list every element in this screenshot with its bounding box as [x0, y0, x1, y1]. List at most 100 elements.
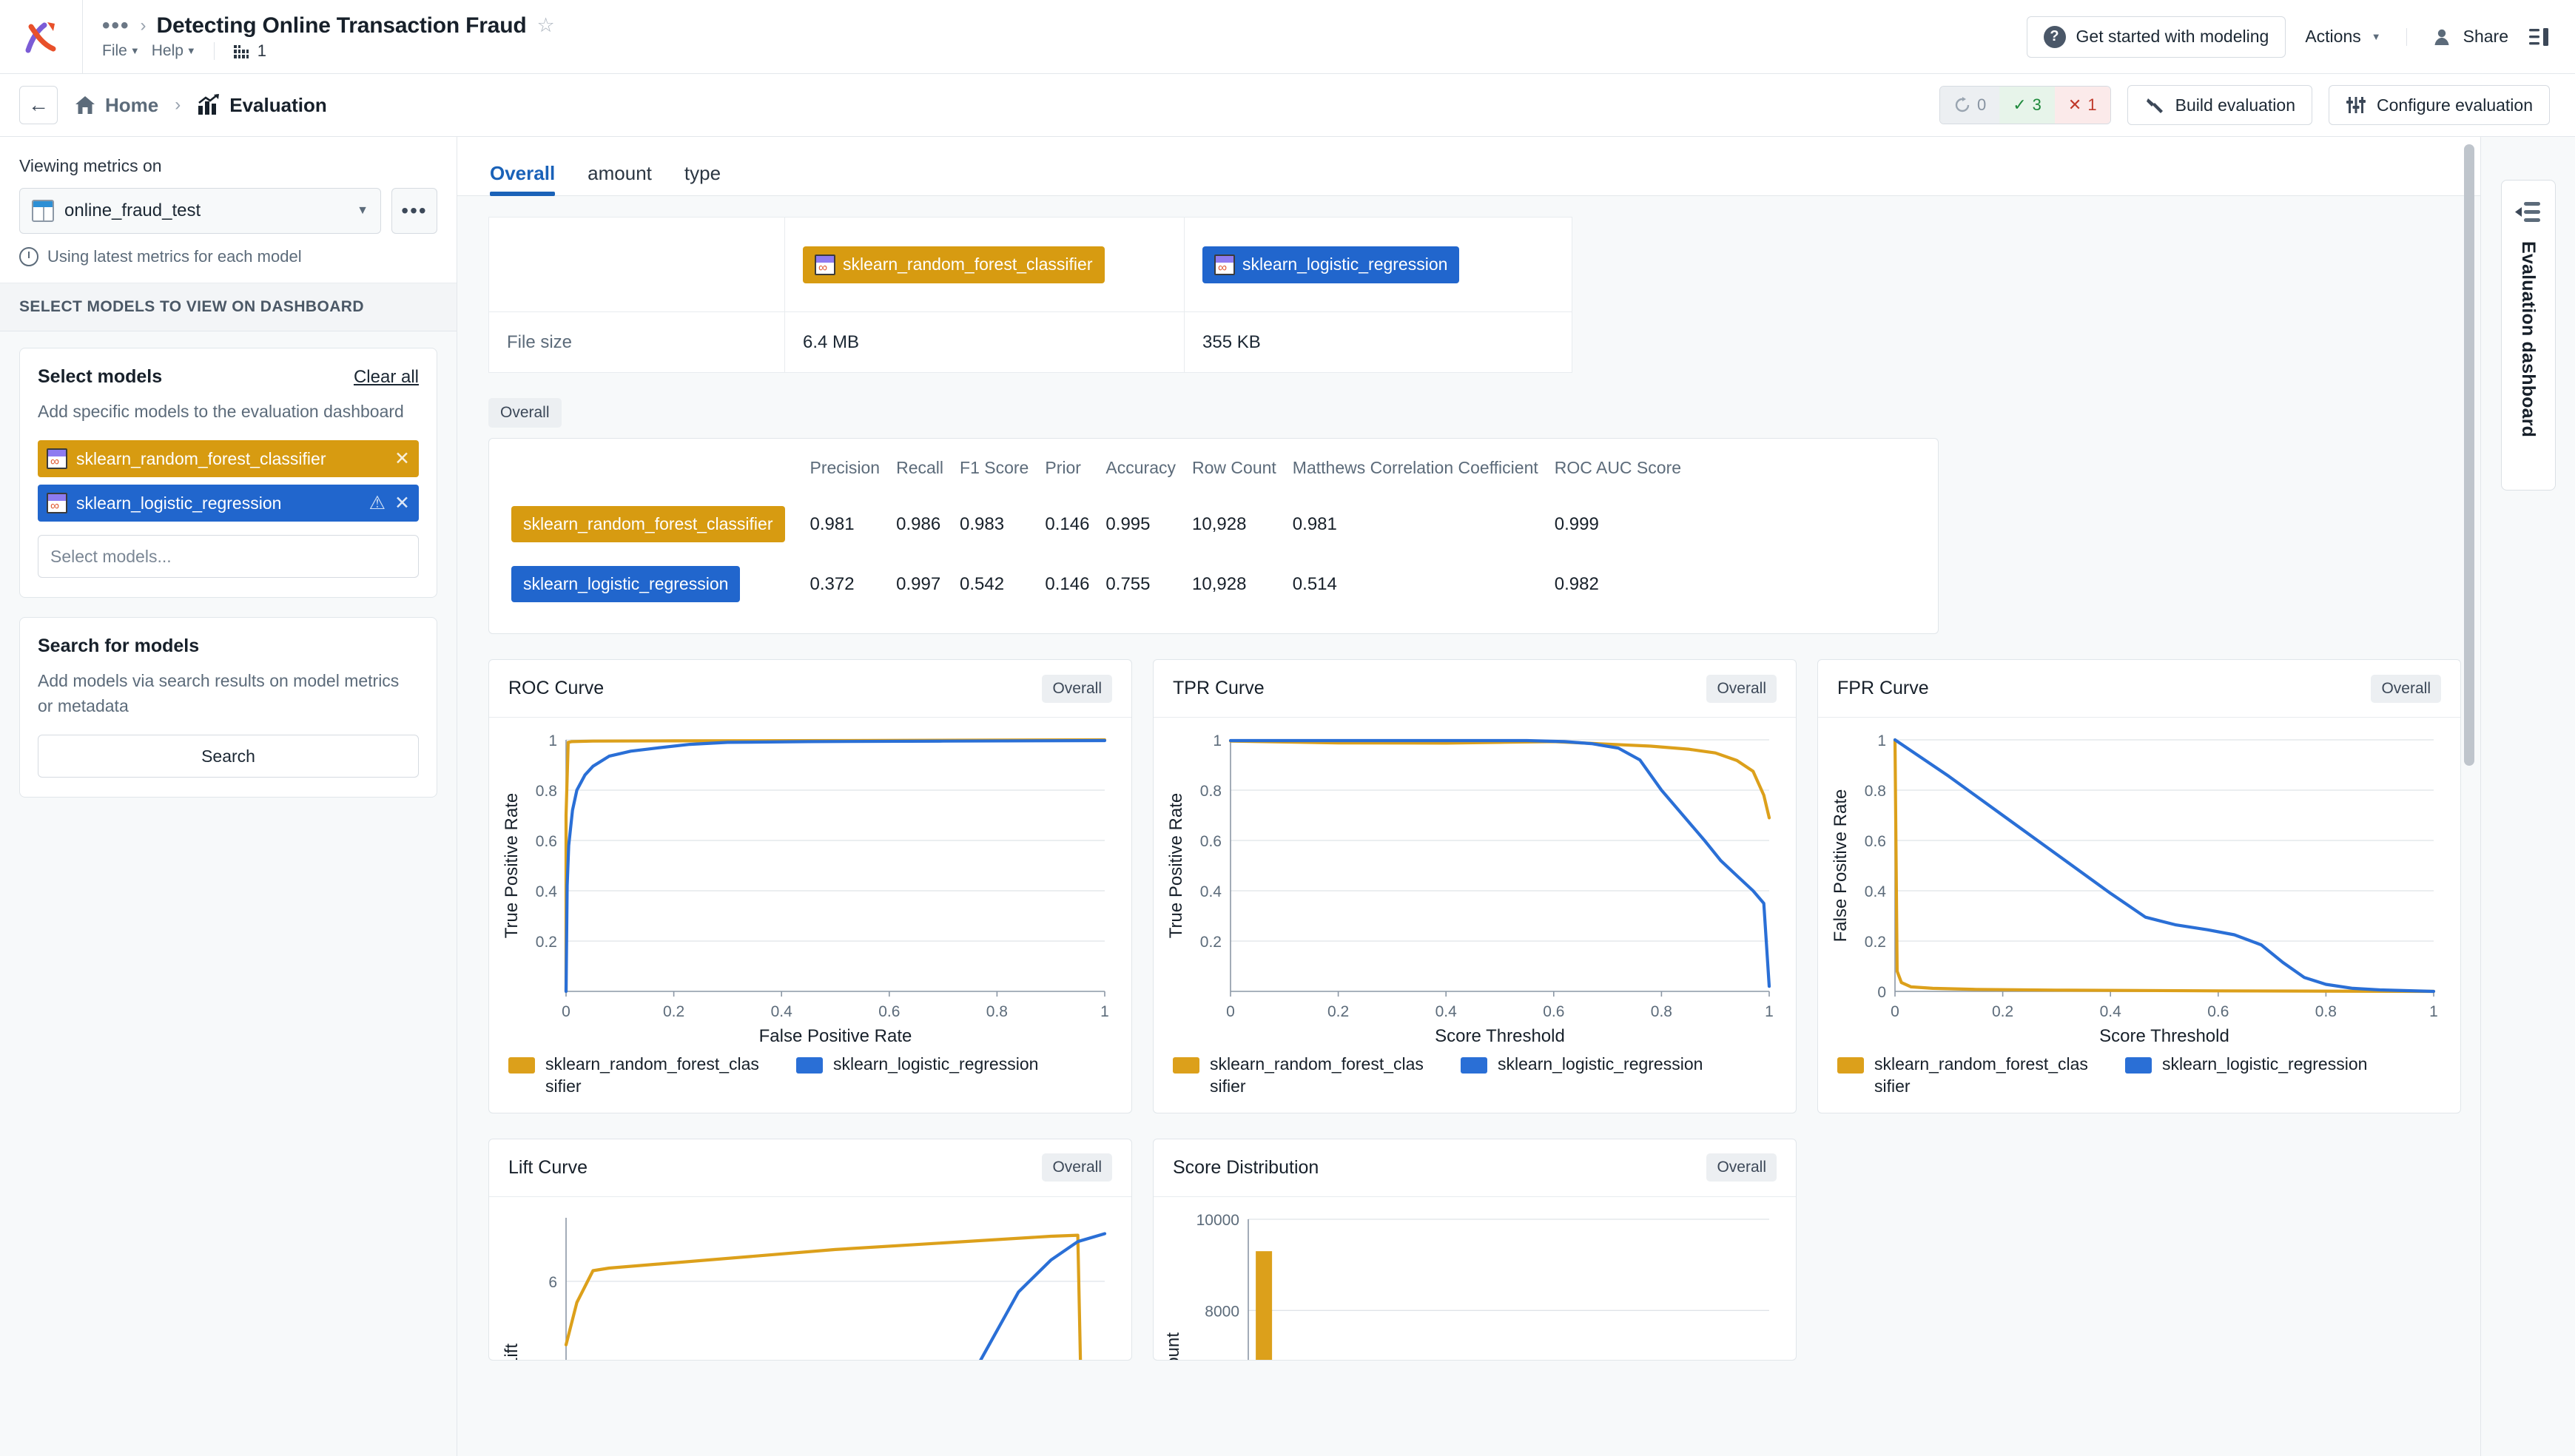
cluster-indicator[interactable]: 1: [232, 41, 266, 61]
metrics-header-precision: Precision: [809, 458, 881, 477]
svg-text:0.4: 0.4: [2100, 1003, 2122, 1020]
legend-item[interactable]: sklearn_logistic_regression: [2125, 1054, 2367, 1098]
dataset-select[interactable]: online_fraud_test ▼: [19, 188, 381, 234]
metric-roc-auc: 0.999: [1554, 513, 1599, 534]
svg-text:0.4: 0.4: [1200, 883, 1222, 900]
dataset-select-value: online_fraud_test: [64, 200, 201, 220]
legend-swatch-icon: [2125, 1057, 2152, 1074]
main-column: Overall amount type sklearn_random_fores…: [457, 137, 2480, 1456]
tab-amount[interactable]: amount: [571, 162, 668, 195]
chart-row-bottom: Lift Curve Overall 46Lift Score Distribu…: [488, 1138, 2449, 1361]
select-models-section-header: SELECT MODELS TO VIEW ON DASHBOARD: [0, 283, 457, 331]
legend-item[interactable]: sklearn_random_forest_clas sifier: [508, 1054, 771, 1098]
remove-model-icon[interactable]: ✕: [394, 448, 410, 470]
status-badge-success[interactable]: ✓ 3: [1999, 87, 2055, 124]
favorite-star-icon[interactable]: ☆: [536, 14, 554, 37]
cluster-icon: [232, 43, 250, 58]
model-chip-label: sklearn_logistic_regression: [76, 493, 282, 513]
dataset-more-button[interactable]: •••: [391, 188, 437, 234]
share-button[interactable]: Share: [2432, 27, 2508, 47]
search-button[interactable]: Search: [38, 735, 419, 778]
chart-card-roc-curve: ROC Curve Overall 0.2 0.4 0.6 0.8 1 0 0.2 0.4 0.…: [488, 659, 1132, 1113]
sliders-icon: [2346, 97, 2366, 113]
svg-text:10000: 10000: [1196, 1212, 1239, 1229]
build-evaluation-button[interactable]: Build evaluation: [2127, 85, 2313, 125]
model-badge[interactable]: sklearn_logistic_regression: [511, 566, 741, 602]
document-title-block: ••• › Detecting Online Transaction Fraud…: [83, 13, 555, 61]
svg-text:8000: 8000: [1205, 1303, 1239, 1320]
model-chip-random-forest[interactable]: sklearn_random_forest_classifier ✕: [38, 440, 419, 478]
svg-text:0.8: 0.8: [1651, 1003, 1672, 1020]
metric-mcc: 0.981: [1292, 513, 1337, 534]
breadcrumb-item-home[interactable]: Home: [74, 94, 158, 117]
header-cell-logistic-regression: sklearn_logistic_regression: [1184, 217, 1572, 312]
left-panel-scroll[interactable]: Select models Clear all Add specific mod…: [0, 331, 457, 1456]
file-size-value-logistic-regression: 355 KB: [1184, 311, 1572, 373]
metric-precision: 0.981: [809, 513, 855, 534]
svg-text:1: 1: [1765, 1003, 1774, 1020]
configure-evaluation-button[interactable]: Configure evaluation: [2329, 85, 2550, 125]
model-chip-logistic-regression[interactable]: sklearn_logistic_regression ⚠ ✕: [38, 485, 419, 522]
chart-plot-lift: 46Lift: [502, 1217, 1107, 1360]
metric-row-count: 10,928: [1192, 513, 1247, 534]
select-models-input[interactable]: Select models...: [38, 535, 419, 579]
status-badge-pending[interactable]: 0: [1939, 87, 2000, 124]
legend-label: sklearn_random_forest_clas sifier: [1210, 1054, 1424, 1096]
tab-overall[interactable]: Overall: [474, 162, 571, 196]
header-blank-cell: [488, 217, 785, 312]
metric-f1-score: 0.542: [960, 573, 1005, 594]
clear-all-link[interactable]: Clear all: [354, 367, 419, 388]
legend-item[interactable]: sklearn_logistic_regression: [1461, 1054, 1703, 1098]
svg-text:0.2: 0.2: [536, 934, 557, 951]
model-icon: [1214, 254, 1235, 275]
legend-swatch-icon: [796, 1057, 823, 1074]
metric-recall: 0.986: [896, 513, 941, 534]
model-badge[interactable]: sklearn_random_forest_classifier: [511, 506, 785, 542]
collapse-panel-icon: [2514, 202, 2540, 222]
viewing-metrics-label: Viewing metrics on: [19, 156, 162, 175]
file-size-table: sklearn_random_forest_classifier sklearn…: [488, 217, 1572, 373]
left-panel: Viewing metrics on online_fraud_test ▼ •…: [0, 137, 457, 1456]
remove-model-icon[interactable]: ✕: [394, 492, 410, 514]
main-scrollbar-thumb[interactable]: [2464, 144, 2474, 766]
actions-menu-button[interactable]: Actions ▼: [2305, 27, 2380, 47]
metrics-header-recall: Recall: [896, 458, 944, 477]
breadcrumb-chevron-icon: ›: [175, 95, 181, 115]
panel-toggle-icon[interactable]: [2528, 26, 2550, 48]
chart-pill-roc: Overall: [1042, 674, 1112, 703]
svg-text:1: 1: [1877, 732, 1886, 749]
tab-type[interactable]: type: [668, 162, 737, 195]
chart-title-tpr: TPR Curve: [1173, 678, 1265, 698]
page-title: Detecting Online Transaction Fraud: [156, 13, 527, 38]
evaluation-dashboard-rail-button[interactable]: Evaluation dashboard: [2500, 180, 2556, 491]
breadcrumb-ellipsis[interactable]: •••: [102, 14, 130, 37]
status-badge-error[interactable]: ✕ 1: [2054, 87, 2110, 124]
latest-metrics-text: Using latest metrics for each model: [47, 247, 302, 266]
breadcrumb-home-label: Home: [105, 93, 159, 116]
metric-f1-score: 0.983: [960, 513, 1005, 534]
menu-help[interactable]: Help ▼: [152, 42, 196, 60]
menu-file[interactable]: File ▼: [102, 42, 140, 60]
home-icon: [75, 96, 95, 114]
back-button[interactable]: ←: [19, 86, 58, 124]
app-root: ••• › Detecting Online Transaction Fraud…: [0, 0, 2575, 1456]
model-badge-label: sklearn_random_forest_classifier: [523, 514, 773, 533]
viewing-metrics-section: Viewing metrics on online_fraud_test ▼ •…: [0, 137, 457, 283]
warning-icon[interactable]: ⚠: [369, 492, 386, 514]
search-models-description: Add models via search results on model m…: [38, 671, 400, 715]
chart-legend-fpr: sklearn_random_forest_clas sifier sklear…: [1818, 1046, 2460, 1113]
dashboard-scroll-area[interactable]: sklearn_random_forest_classifier sklearn…: [457, 196, 2480, 1456]
svg-text:0.6: 0.6: [1543, 1003, 1564, 1020]
model-badge[interactable]: sklearn_random_forest_classifier: [803, 246, 1105, 283]
legend-item[interactable]: sklearn_random_forest_clas sifier: [1173, 1054, 1435, 1098]
metric-row-count: 10,928: [1192, 573, 1247, 594]
legend-item[interactable]: sklearn_logistic_regression: [796, 1054, 1038, 1098]
divider: [2406, 27, 2407, 46]
latest-metrics-note: Using latest metrics for each model: [19, 247, 437, 266]
get-started-with-modeling-button[interactable]: ? Get started with modeling: [2026, 16, 2286, 58]
metrics-header-f1-score: F1 Score: [960, 458, 1029, 477]
model-badge[interactable]: sklearn_logistic_regression: [1202, 246, 1460, 283]
legend-item[interactable]: sklearn_random_forest_clas sifier: [1837, 1054, 2100, 1098]
svg-text:1: 1: [2429, 1003, 2438, 1020]
app-logo[interactable]: [0, 0, 83, 74]
